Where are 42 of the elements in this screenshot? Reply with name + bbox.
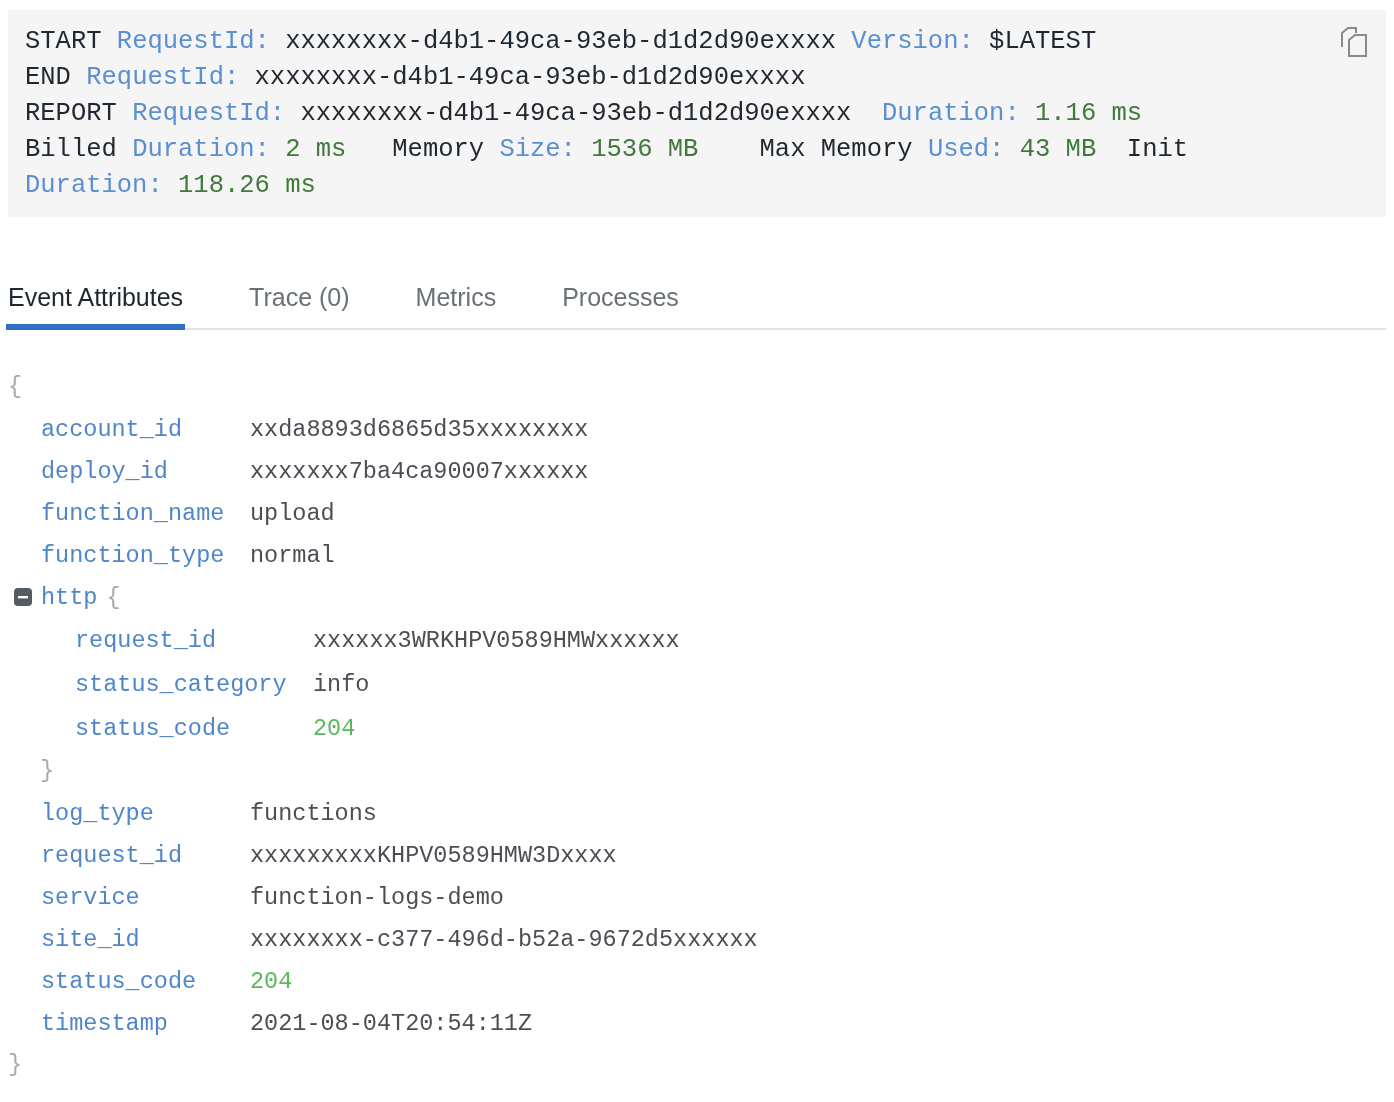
attribute-value: xxxxxxxx-c377-496d-b52a-9672d5xxxxxx — [250, 925, 758, 953]
attribute-key: status_code — [41, 967, 250, 995]
attribute-key: function_type — [41, 541, 250, 569]
tab[interactable]: Metrics — [413, 283, 499, 330]
attribute-key: request_id — [75, 626, 313, 654]
log-line: REPORT RequestId: xxxxxxxx-d4b1-49ca-93eb-d1d2d90exxxx Duration: 1.16 ms — [25, 98, 1143, 130]
attribute-value: xxda8893d6865d35xxxxxxxx — [250, 415, 589, 443]
attribute-value: function-logs-demo — [250, 883, 504, 911]
attribute-key: function_name — [41, 499, 250, 527]
tab[interactable]: Processes — [560, 283, 681, 330]
tab[interactable]: Event Attributes — [6, 283, 186, 330]
attribute-key: site_id — [41, 925, 250, 953]
collapse-icon[interactable] — [14, 588, 32, 606]
brace: { — [106, 583, 121, 611]
attribute-value: functions — [250, 799, 377, 827]
attribute-value: xxxxxxxxxKHPV0589HMW3Dxxxx — [250, 841, 617, 869]
attribute-key: timestamp — [41, 1009, 250, 1037]
attribute-value: 2021-08-04T20:54:11Z — [250, 1009, 533, 1037]
attribute-value: xxxxxxx7ba4ca90007xxxxxx — [250, 457, 589, 485]
attribute-key: http — [41, 583, 98, 611]
log-line: START RequestId: xxxxxxxx-d4b1-49ca-93eb-d1d2d90exxxx Version: $LATEST — [25, 26, 1097, 58]
tab[interactable]: Trace (0) — [247, 283, 352, 330]
attribute-value: info — [313, 670, 370, 698]
log-line: END RequestId: xxxxxxxx-d4b1-49ca-93eb-d1d2d90exxxx — [25, 62, 806, 94]
attribute-value: 204 — [313, 714, 356, 742]
log-line: Duration: 118.26 ms — [25, 170, 316, 202]
attribute-key: status_category — [75, 670, 313, 698]
attribute-key: log_type — [41, 799, 250, 827]
attribute-value: upload — [250, 499, 335, 527]
brace: { — [8, 372, 24, 402]
attribute-key: account_id — [41, 415, 250, 443]
copy-icon[interactable] — [1338, 27, 1368, 57]
attribute-value: normal — [250, 541, 335, 569]
attribute-value: 204 — [250, 967, 293, 995]
attribute-key: status_code — [75, 714, 313, 742]
attribute-key: service — [41, 883, 250, 911]
brace: } — [39, 756, 56, 786]
attribute-key: request_id — [41, 841, 250, 869]
attribute-key: deploy_id — [41, 457, 250, 485]
attribute-value: xxxxxx3WRKHPV0589HMWxxxxxx — [313, 626, 680, 654]
brace: } — [8, 1050, 24, 1080]
log-line: Billed Duration: 2 ms Memory Size: 1536 MB Max Memory Used: 43 MB Init — [25, 134, 1189, 166]
